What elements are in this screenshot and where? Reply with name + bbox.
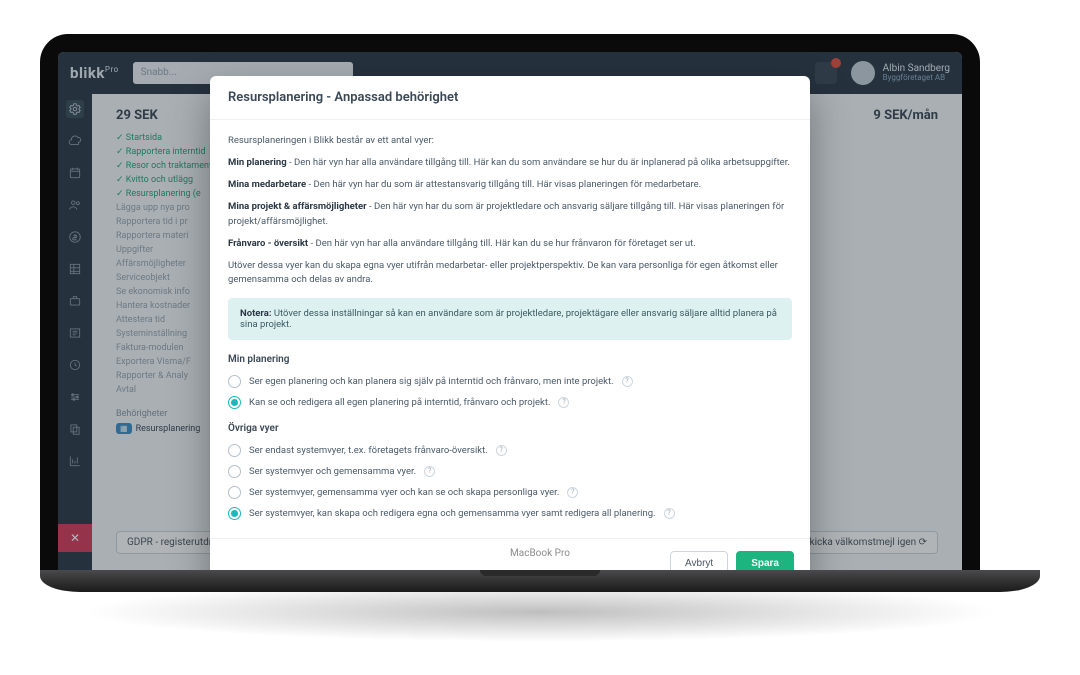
ovriga-vyer-option[interactable]: Ser endast systemvyer, t.ex. företagets … <box>228 440 792 461</box>
modal-line: Min planering - Den här vyn har alla anv… <box>228 156 792 170</box>
note-box: Notera: Utöver dessa inställningar så ka… <box>228 298 792 340</box>
help-icon[interactable]: ? <box>496 445 507 456</box>
radio-icon[interactable] <box>228 396 241 409</box>
ovriga-vyer-option[interactable]: Ser systemvyer och gemensamma vyer.? <box>228 461 792 482</box>
modal-extra: Utöver dessa vyer kan du skapa egna vyer… <box>228 259 792 288</box>
help-icon[interactable]: ? <box>558 397 569 408</box>
radio-label: Ser endast systemvyer, t.ex. företagets … <box>249 445 488 456</box>
modal-intro: Resursplaneringen i Blikk består av ett … <box>228 134 792 148</box>
radio-label: Ser systemvyer och gemensamma vyer. <box>249 466 416 477</box>
help-icon[interactable]: ? <box>664 508 675 519</box>
device-label: MacBook Pro <box>510 548 570 559</box>
modal-title: Resursplanering - Anpassad behörighet <box>210 76 810 120</box>
cancel-button[interactable]: Avbryt <box>670 551 728 572</box>
help-icon[interactable]: ? <box>567 487 578 498</box>
modal-scrim: Resursplanering - Anpassad behörighet Re… <box>58 52 962 572</box>
radio-label: Ser egen planering och kan planera sig s… <box>249 376 614 387</box>
modal-line: Mina projekt & affärsmöjligheter - Den h… <box>228 200 792 229</box>
min-planering-option[interactable]: Ser egen planering och kan planera sig s… <box>228 371 792 392</box>
ovriga-vyer-option[interactable]: Ser systemvyer, kan skapa och redigera e… <box>228 503 792 524</box>
modal-line: Frånvaro - översikt - Den här vyn har al… <box>228 237 792 251</box>
modal-line: Mina medarbetare - Den här vyn har du so… <box>228 178 792 192</box>
permission-modal: Resursplanering - Anpassad behörighet Re… <box>210 76 810 572</box>
save-button[interactable]: Spara <box>736 551 794 572</box>
ovriga-vyer-option[interactable]: Ser systemvyer, gemensamma vyer och kan … <box>228 482 792 503</box>
group2-title: Övriga vyer <box>228 423 792 434</box>
radio-icon[interactable] <box>228 507 241 520</box>
min-planering-option[interactable]: Kan se och redigera all egen planering p… <box>228 392 792 413</box>
radio-label: Ser systemvyer, gemensamma vyer och kan … <box>249 487 559 498</box>
help-icon[interactable]: ? <box>622 376 633 387</box>
group1-title: Min planering <box>228 354 792 365</box>
radio-icon[interactable] <box>228 444 241 457</box>
radio-icon[interactable] <box>228 465 241 478</box>
radio-label: Kan se och redigera all egen planering p… <box>249 397 550 408</box>
radio-icon[interactable] <box>228 486 241 499</box>
radio-icon[interactable] <box>228 375 241 388</box>
radio-label: Ser systemvyer, kan skapa och redigera e… <box>249 508 656 519</box>
help-icon[interactable]: ? <box>424 466 435 477</box>
